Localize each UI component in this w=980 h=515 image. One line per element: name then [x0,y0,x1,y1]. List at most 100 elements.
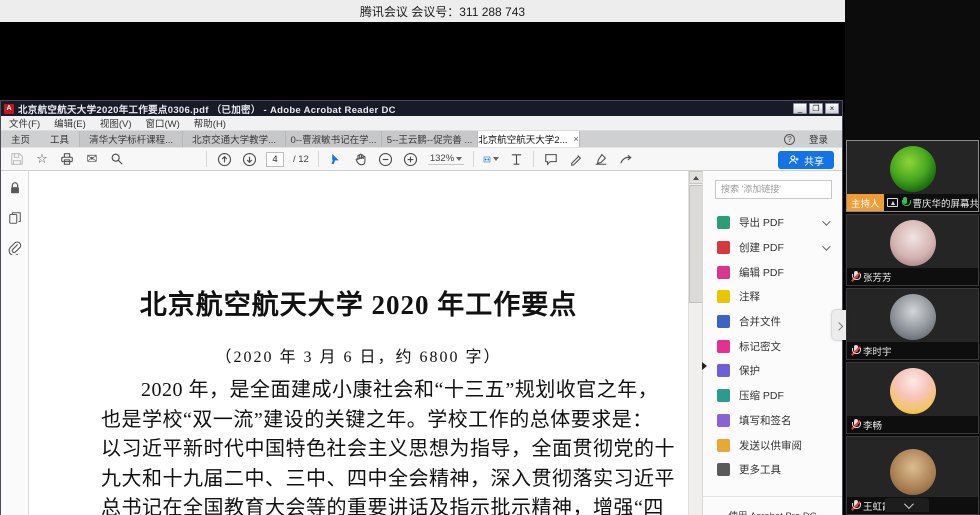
menu-file[interactable]: 文件(F) [9,116,40,130]
toolbar-divider [206,151,207,167]
scrollbar-thumb[interactable] [689,185,703,303]
close-button[interactable]: × [825,103,839,114]
fit-width-icon[interactable] [483,151,499,167]
select-tool-icon[interactable] [328,151,344,167]
avatar [890,449,936,495]
participant-namebar: 李畅 [847,416,978,433]
combine-files-icon [717,315,730,328]
tool-edit-pdf[interactable]: 编辑 PDF [715,260,832,285]
tab-tools[interactable]: 工具 [40,131,79,147]
edit-pdf-icon [717,266,730,279]
participant-name: 李时宇 [863,344,892,358]
toolbar-divider [318,151,319,167]
acrobat-titlebar[interactable]: A 北京航空航天大学2020年工作要点0306.pdf （已加密） - Adob… [1,101,842,116]
more-tools-icon [717,463,730,476]
tool-label: 发送以供审阅 [739,438,802,453]
participant-tile-zhangfangfang[interactable]: 张芳芳 [846,214,979,286]
sidebar-expand-more-button[interactable] [885,498,929,512]
tool-fill-sign[interactable]: 填写和签名 [715,408,832,433]
menu-view[interactable]: 视图(V) [100,116,132,130]
doc-tab-4[interactable]: 5--王云鹏--促完善 ... [381,131,477,147]
highlight-icon[interactable] [568,151,584,167]
zoom-out-icon[interactable] [378,151,394,167]
window-title: 北京航空航天大学2020年工作要点0306.pdf （已加密） - Adobe … [18,102,789,116]
search-zoom-icon[interactable] [109,151,125,167]
acrobat-app-icon: A [4,104,14,114]
body-line: 总书记在全国教育大会等的重要讲话及指示批示精神，增强“四 [101,494,663,515]
participant-name: 张芳芳 [863,270,892,284]
participant-tile-caoqinghua[interactable]: 主持人 曹庆华的屏幕共... [846,140,979,212]
print-icon[interactable] [59,151,75,167]
tool-create-pdf[interactable]: 创建 PDF [715,235,832,260]
tool-label: 编辑 PDF [739,265,784,280]
sign-icon[interactable] [593,151,609,167]
star-icon[interactable]: ☆ [34,151,50,167]
tool-protect[interactable]: 保护 [715,359,832,384]
page-thumbnails-icon[interactable] [8,211,22,225]
send-icon[interactable] [618,151,634,167]
minimize-button[interactable]: _ [793,103,807,114]
tool-more-tools[interactable]: 更多工具 [715,457,832,482]
scroll-up-button[interactable] [689,171,703,184]
redact-icon [717,340,730,353]
tools-search-input[interactable] [715,180,832,199]
next-page-icon[interactable] [241,151,257,167]
comment-icon[interactable] [543,151,559,167]
body-line: 九大和十九届二中、三中、四中全会精神，深入贯彻落实习近平 [101,465,663,495]
menu-window[interactable]: 窗口(W) [145,116,179,130]
chevron-down-icon [456,157,462,161]
tool-label: 合并文件 [739,314,781,329]
vertical-scrollbar[interactable] [688,171,702,515]
chevron-right-icon [835,322,843,330]
email-icon[interactable]: ✉ [84,151,100,167]
security-lock-icon[interactable] [8,181,22,195]
doc-tab-active-label: 北京航空航天大学2... [478,132,567,146]
participant-tile-lishiyu[interactable]: 李时宇 [846,288,979,360]
zoom-level-dropdown[interactable]: 132% [428,153,464,165]
participant-tile-lichang[interactable]: 李畅 [846,362,979,434]
tool-label: 导出 PDF [739,215,784,230]
avatar [890,220,936,266]
page-number-input[interactable]: 4 [266,152,284,167]
restore-button[interactable]: ❐ [809,103,823,114]
comment-tool-icon [717,290,730,303]
tool-redact[interactable]: 标记密文 [715,334,832,359]
participant-name: 曹庆华的屏幕共... [913,196,978,210]
page-display-icon[interactable] [508,151,524,167]
hand-tool-icon[interactable] [353,151,369,167]
tool-combine-files[interactable]: 合并文件 [715,309,832,334]
chevron-down-icon[interactable] [822,217,830,225]
share-button[interactable]: 共享 [778,151,834,169]
pdf-page[interactable]: 北京航空航天大学 2020 年工作要点 （2020 年 3 月 6 日，约 68… [29,171,688,515]
tool-comment[interactable]: 注释 [715,285,832,310]
chevron-down-icon[interactable] [822,242,830,250]
tab-close-icon[interactable]: × [574,134,579,144]
sidebar-collapse-button[interactable] [832,310,846,340]
zoom-in-icon[interactable] [403,151,419,167]
fill-sign-icon [717,414,730,427]
doc-tab-1[interactable]: 清华大学标杆课程... [79,131,182,147]
tool-send-for-review[interactable]: 发送以供审阅 [715,433,832,458]
tool-label: 填写和签名 [739,413,792,428]
doc-tab-active[interactable]: 北京航空航天大学2... × [477,131,580,147]
promo-line: 使用 Acrobat Pro DC [703,510,842,515]
menu-help[interactable]: 帮助(H) [194,116,226,130]
panel-collapse-handle[interactable] [702,359,709,373]
save-icon[interactable] [9,151,25,167]
attachments-paperclip-icon[interactable] [8,241,22,255]
help-icon[interactable]: ? [784,134,795,145]
menu-edit[interactable]: 编辑(E) [54,116,86,130]
tab-home[interactable]: 主页 [1,131,40,147]
sign-in-link[interactable]: 登录 [809,132,828,146]
doc-tab-2[interactable]: 北京交通大学教学... [182,131,285,147]
tool-label: 标记密文 [739,339,781,354]
page-total-label: / 12 [293,154,309,165]
doc-tab-3[interactable]: 0--曹淑敏书记在学... [285,131,381,147]
previous-page-icon[interactable] [216,151,232,167]
tool-compress-pdf[interactable]: 压缩 PDF [715,383,832,408]
tool-label: 压缩 PDF [739,388,784,403]
tool-export-pdf[interactable]: 导出 PDF [715,211,832,236]
tools-panel: 导出 PDF 创建 PDF 编辑 PDF 注释 [702,171,842,515]
tool-label: 保护 [739,363,760,378]
create-pdf-icon [717,241,730,254]
